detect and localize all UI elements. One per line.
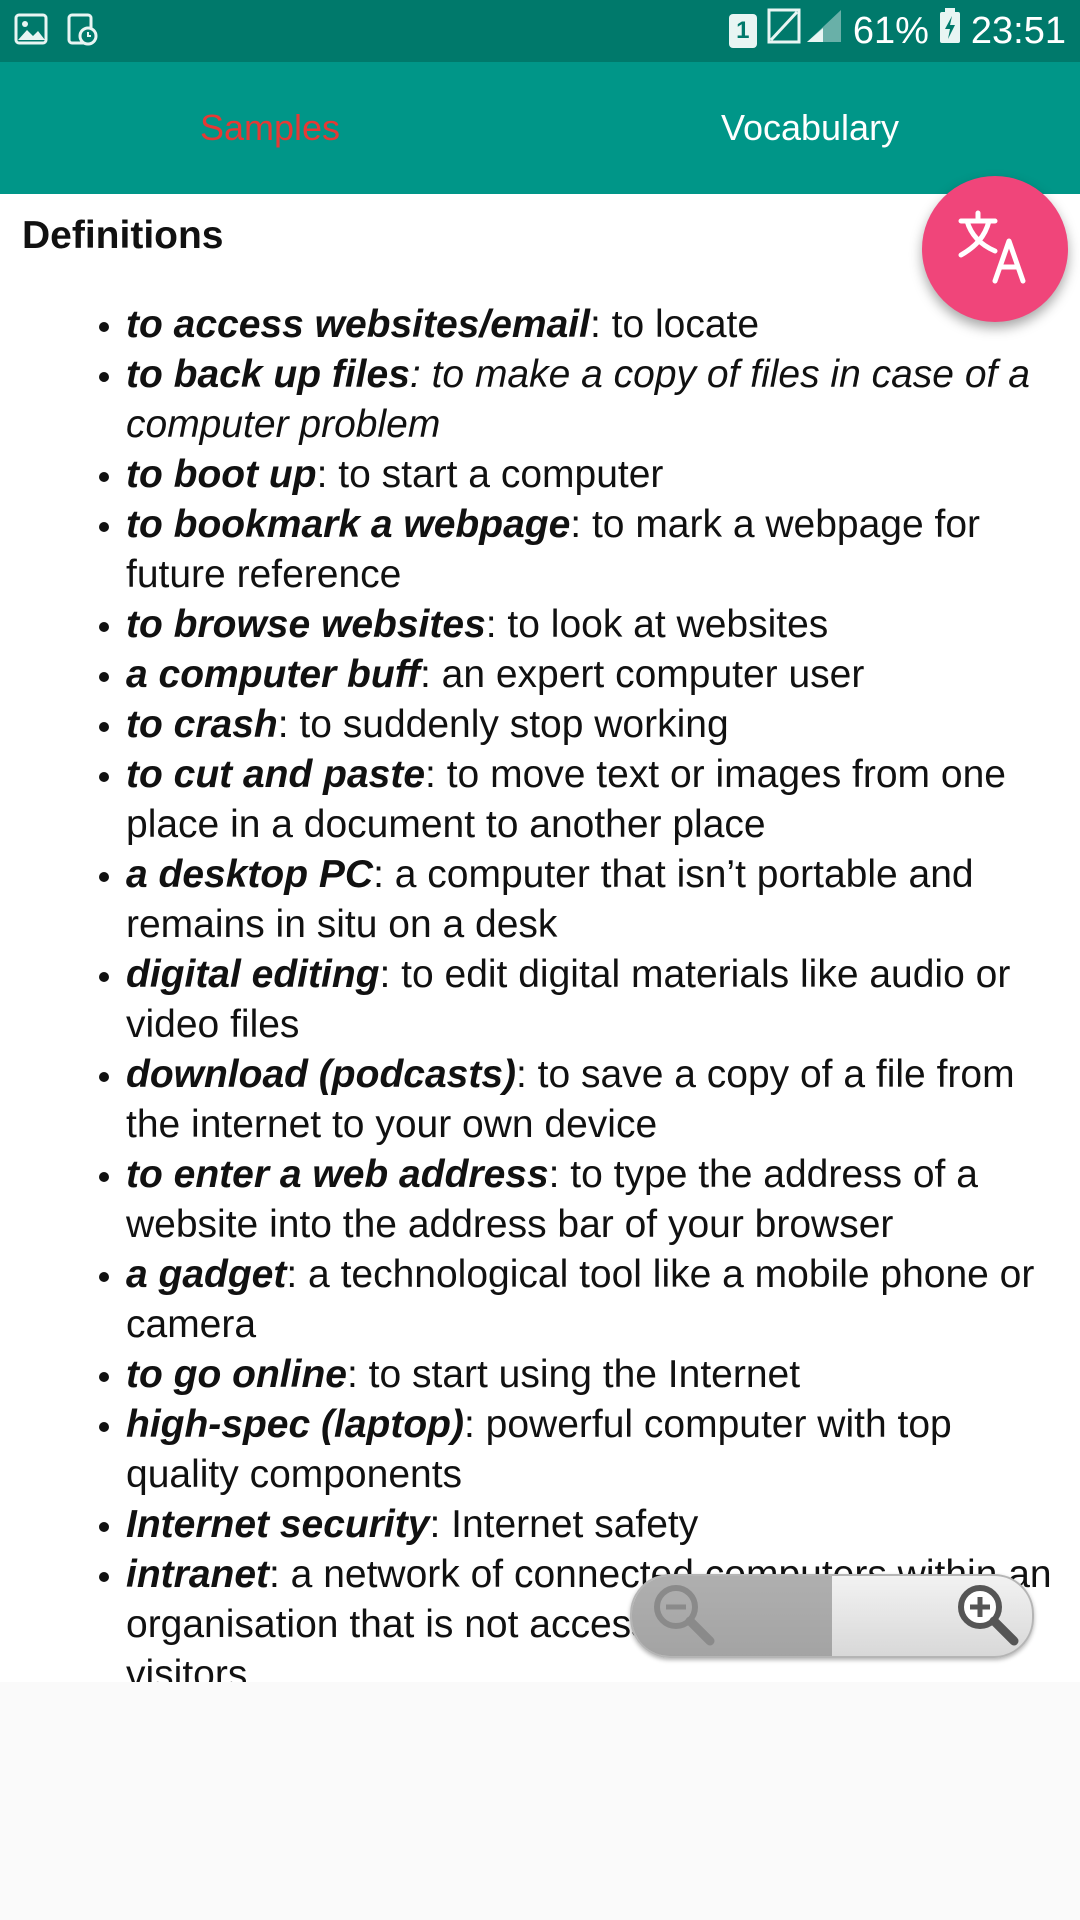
list-item: a desktop PC: a computer that isn’t port… (126, 850, 1060, 950)
term: to cut and paste (126, 753, 426, 796)
list-item: to go online: to start using the Interne… (126, 1350, 1060, 1400)
list-item: to cut and paste: to move text or images… (126, 750, 1060, 850)
translate-button[interactable] (922, 176, 1068, 322)
definition: : to start using the Internet (346, 1353, 801, 1396)
tab-samples-label: Samples (199, 107, 341, 148)
term: to crash (126, 703, 278, 746)
term: a desktop PC (126, 853, 374, 896)
term: high-spec (laptop) (126, 1403, 464, 1446)
term: download (podcasts) (126, 1053, 516, 1096)
list-item: to crash: to suddenly stop working (126, 700, 1060, 750)
tab-vocabulary-label: Vocabulary (720, 107, 900, 148)
tab-bar: Samples Vocabulary (0, 62, 1080, 194)
definition: : to locate (589, 303, 760, 346)
battery-charging-icon (939, 8, 961, 54)
list-item: high-spec (laptop): powerful computer wi… (126, 1400, 1060, 1500)
status-bar: 1 61% 23:51 (0, 0, 1080, 62)
definition: : to look at websites (485, 603, 829, 646)
definitions-content[interactable]: Definitions to access websites/email: to… (0, 194, 1080, 1682)
zoom-out-icon (648, 1579, 718, 1654)
term: digital editing (126, 953, 380, 996)
battery-percent: 61% (852, 9, 929, 52)
sim-icon: 1 (728, 14, 757, 48)
page-title: Definitions (22, 214, 224, 257)
list-item: to back up files: to make a copy of file… (126, 350, 1060, 450)
list-item: to boot up: to start a computer (126, 450, 1060, 500)
list-item: a gadget: a technological tool like a mo… (126, 1250, 1060, 1350)
translate-icon (955, 207, 1035, 292)
zoom-control (630, 1574, 1034, 1658)
term: to browse websites (126, 603, 486, 646)
zoom-in-icon (952, 1579, 1022, 1654)
tab-samples[interactable]: Samples (0, 62, 540, 194)
list-item: to enter a web address: to type the addr… (126, 1150, 1060, 1250)
signal-icon (767, 6, 843, 56)
clock: 23:51 (970, 9, 1066, 52)
term: to boot up (126, 453, 317, 496)
term: intranet (126, 1553, 270, 1596)
definition: : to start a computer (316, 453, 664, 496)
scheduled-notification-icon (66, 12, 100, 51)
definition: : an expert computer user (419, 653, 865, 696)
term: to bookmark a webpage (126, 503, 571, 546)
term: Internet security (126, 1503, 430, 1546)
tab-vocabulary[interactable]: Vocabulary (540, 62, 1080, 194)
list-item: to bookmark a webpage: to mark a webpage… (126, 500, 1060, 600)
term: to go online (126, 1353, 347, 1396)
list-item: Internet security: Internet safety (126, 1500, 1060, 1550)
term: to enter a web address (126, 1153, 549, 1196)
definition: : Internet safety (429, 1503, 699, 1546)
term: to access websites/email (126, 303, 590, 346)
zoom-out-button[interactable] (632, 1576, 832, 1656)
list-item: to browse websites: to look at websites (126, 600, 1060, 650)
zoom-in-button[interactable] (832, 1576, 1032, 1656)
list-item: a computer buff: an expert computer user (126, 650, 1060, 700)
term: a gadget (126, 1253, 287, 1296)
term: a computer buff (126, 653, 420, 696)
list-item: to access websites/email: to locate (126, 300, 1060, 350)
list-item: digital editing: to edit digital materia… (126, 950, 1060, 1050)
term: to back up files (126, 353, 410, 396)
list-item: download (podcasts): to save a copy of a… (126, 1050, 1060, 1150)
definitions-list: to access websites/email: to locate to b… (0, 300, 1060, 1682)
gallery-icon (14, 12, 48, 51)
definition: : to suddenly stop working (277, 703, 729, 746)
